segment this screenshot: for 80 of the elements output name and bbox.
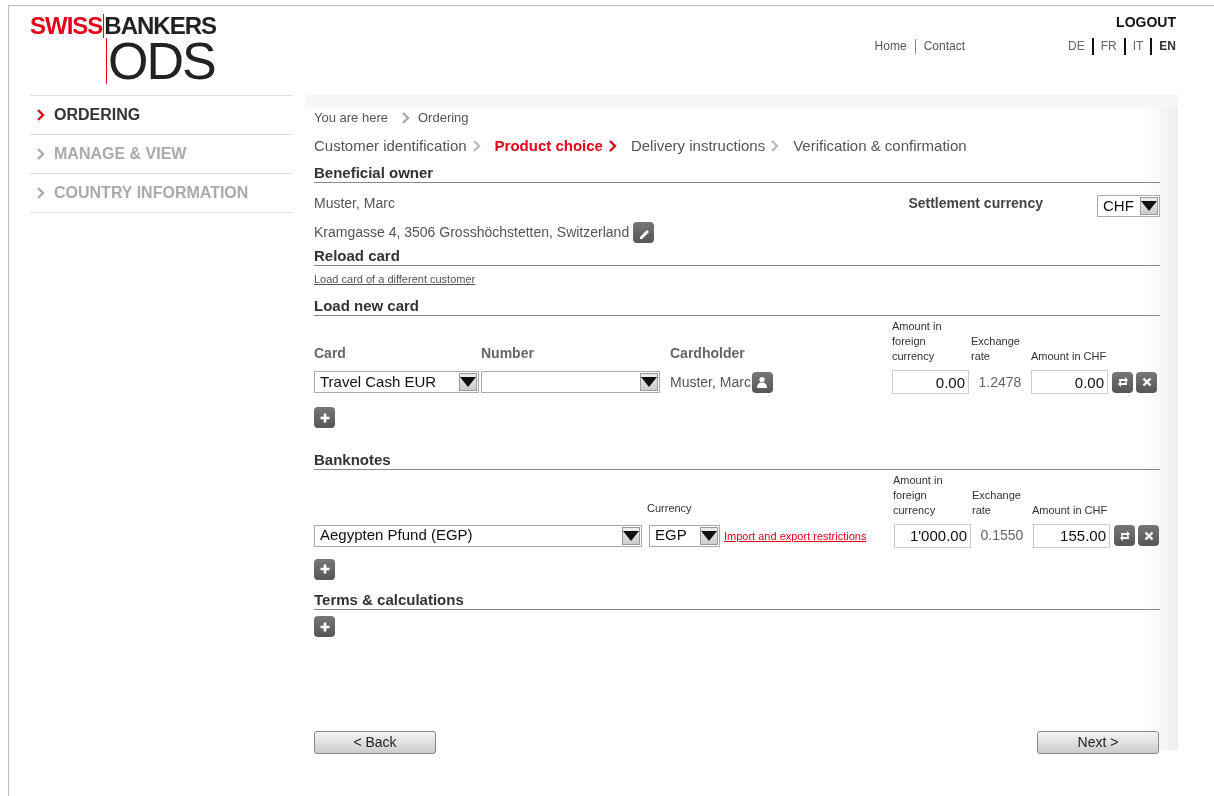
logo-text: SWISS: [30, 14, 105, 38]
refresh-icon: [1118, 529, 1131, 542]
column-header: Amount in foreign currency: [892, 319, 943, 364]
remove-button[interactable]: [1138, 525, 1159, 546]
owner-name: Muster, Marc: [314, 194, 395, 213]
chevron-icon: [608, 140, 617, 152]
column-header: Exchange rate: [971, 334, 1021, 364]
column-header: Cardholder: [670, 344, 746, 363]
breadcrumb-link[interactable]: Ordering: [418, 108, 469, 128]
chevron-icon: [771, 140, 780, 152]
breadcrumb-label: You are here: [314, 109, 388, 128]
add-button[interactable]: [314, 558, 335, 580]
cardholder-name: Muster, Marc: [670, 372, 751, 392]
exchange-rate: 1.2478: [977, 372, 1023, 392]
step-label: Delivery instructions: [630, 135, 766, 156]
nav-link[interactable]: Contact: [915, 37, 973, 55]
chevron-icon: [472, 140, 481, 152]
add-button[interactable]: [314, 407, 335, 428]
remove-button[interactable]: [1136, 371, 1157, 393]
column-header: Exchange rate: [972, 487, 1022, 518]
customer-link[interactable]: Load card of a different customer: [314, 271, 476, 288]
step-label: Customer identification: [314, 135, 467, 156]
settlement-currency-label: Settlement currency: [908, 194, 1043, 213]
currency-select[interactable]: EGP: [649, 524, 720, 547]
amount-field[interactable]: 0.00: [892, 370, 969, 394]
step-label: Product choice: [494, 135, 603, 156]
column-header: Currency: [647, 500, 693, 516]
chevron-icon: [37, 187, 45, 199]
amount-field[interactable]: 1'000.00: [894, 523, 971, 548]
caret-icon: [641, 377, 657, 387]
plus-icon: [318, 411, 331, 424]
next-button[interactable]: Next >: [1037, 730, 1159, 754]
logout-link[interactable]: LOGOUT: [1116, 12, 1176, 33]
section-title: Terms & calculations: [314, 591, 1160, 610]
currency-select[interactable]: CHF: [1097, 195, 1160, 217]
restrictions-link[interactable]: Import and export restrictions: [724, 529, 894, 542]
column-header: Amount in foreign currency: [893, 472, 944, 518]
caret-icon: [701, 530, 717, 541]
column-header: Number: [481, 344, 535, 363]
language-link[interactable]: EN: [1152, 37, 1176, 55]
section-title: Load new card: [314, 297, 1160, 316]
column-header: Amount in CHF: [1031, 349, 1108, 364]
logo-text: ODS: [106, 38, 215, 84]
owner-address: Kramgasse 4, 3506 Grosshöchstetten, Switzerland: [314, 223, 630, 242]
plus-icon: [318, 563, 331, 575]
amount-field[interactable]: 0.00: [1031, 370, 1108, 394]
chevron-icon: [37, 109, 45, 121]
plus-icon: [318, 620, 331, 633]
section-title: Banknotes: [314, 450, 1160, 470]
recalculate-button[interactable]: [1112, 371, 1133, 393]
amount-field[interactable]: 155.00: [1033, 523, 1110, 548]
chevron-icon: [37, 148, 45, 160]
number-select[interactable]: [481, 371, 660, 393]
logo-text: BANKERS: [104, 14, 217, 38]
chevron-icon: [402, 112, 410, 124]
refresh-icon: [1116, 376, 1129, 388]
section-title: Beneficial owner: [314, 164, 1160, 183]
language-link[interactable]: IT: [1125, 37, 1151, 55]
close-icon: [1142, 529, 1155, 542]
caret-icon: [460, 377, 476, 387]
person-icon: [756, 376, 769, 388]
country-select[interactable]: Aegypten Pfund (EGP): [314, 524, 642, 547]
add-button[interactable]: [314, 616, 335, 637]
language-link[interactable]: DE: [1061, 37, 1092, 55]
sidebar-item[interactable]: ORDERING: [54, 103, 141, 127]
edit-button[interactable]: [633, 222, 655, 243]
caret-icon: [623, 530, 639, 541]
recalculate-button[interactable]: [1114, 525, 1135, 546]
close-icon: [1140, 376, 1153, 388]
back-button[interactable]: < Back: [314, 730, 436, 754]
nav-link[interactable]: Home: [866, 37, 915, 55]
caret-icon: [1141, 201, 1157, 211]
language-link[interactable]: FR: [1093, 37, 1124, 55]
cardholder-button[interactable]: [751, 371, 773, 393]
step-label: Verification & confirmation: [793, 135, 967, 156]
column-header: Card: [314, 344, 347, 363]
section-title: Reload card: [314, 247, 1160, 266]
exchange-rate: 0.1550: [979, 526, 1025, 545]
column-header: Amount in CHF: [1032, 502, 1109, 518]
card-select[interactable]: Travel Cash EUR: [314, 371, 479, 393]
